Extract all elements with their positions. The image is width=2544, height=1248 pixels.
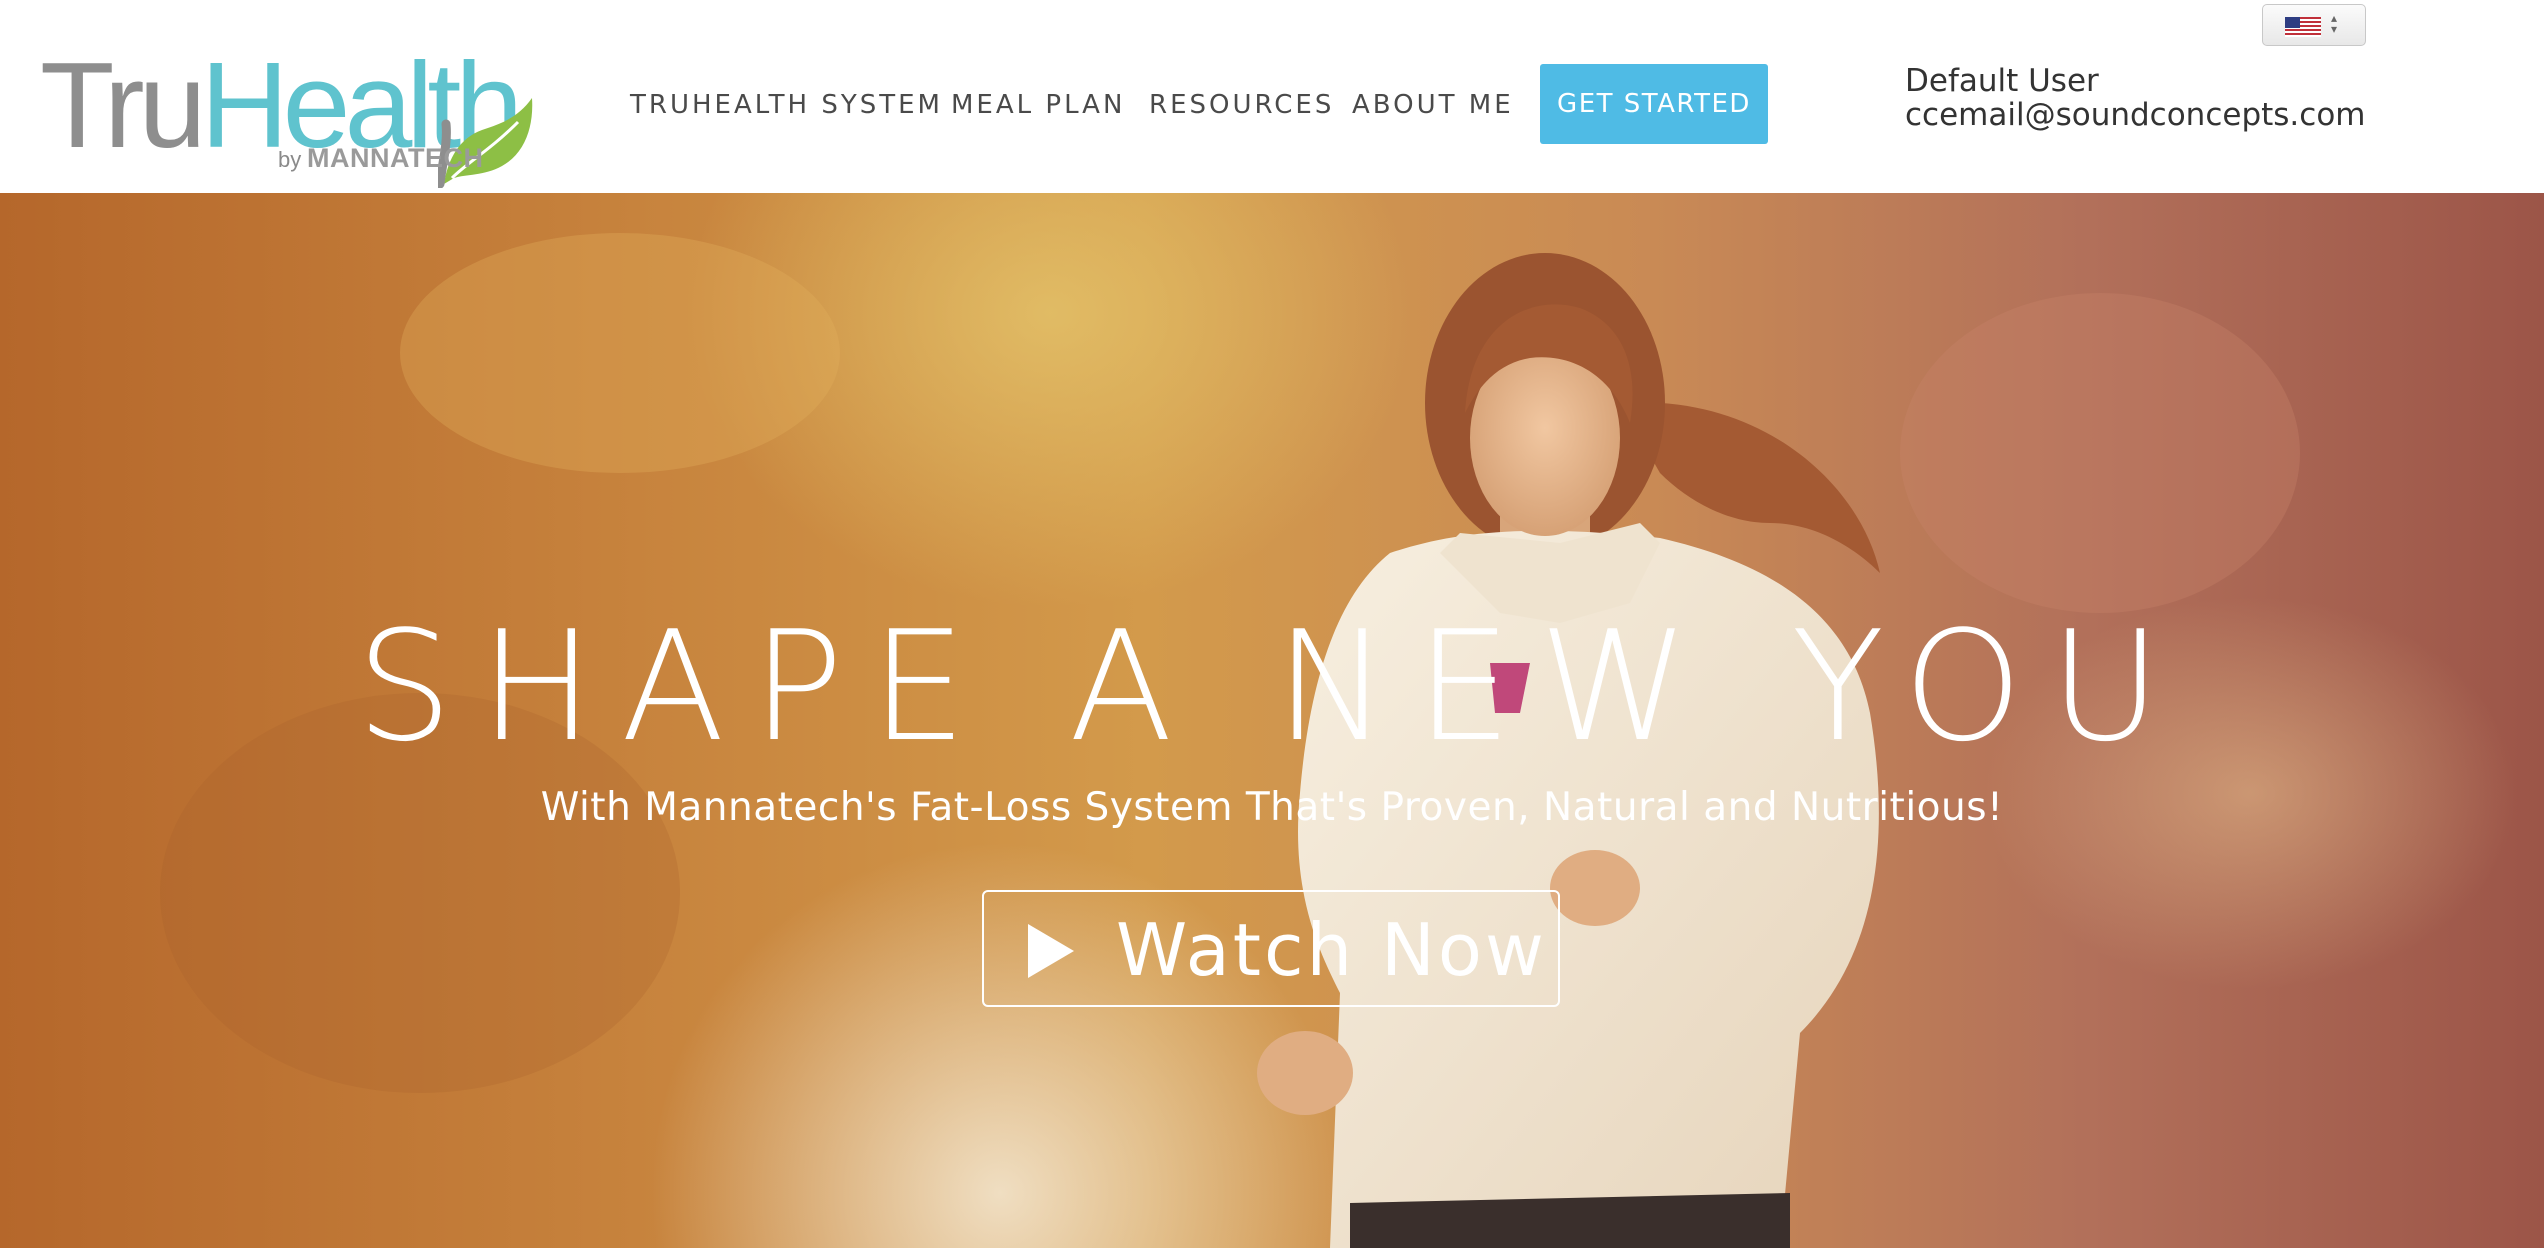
us-flag-icon [2285, 17, 2321, 37]
hero-subtitle: With Mannatech's Fat-Loss System That's … [540, 785, 2004, 830]
logo-mannatech-text: MANNATECH [307, 143, 484, 173]
hero-banner: SHAPE A NEW YOU With Mannatech's Fat-Los… [0, 193, 2544, 1248]
site-header: TruHealth by MANNATECH TRUHEALTH SYSTEM … [0, 0, 2544, 193]
watch-now-label: Watch Now [1116, 908, 1547, 992]
language-select[interactable]: ▴ ▾ [2262, 4, 2366, 46]
logo-tru-text: Tru [40, 37, 207, 173]
nav-item-truhealth-system[interactable]: TRUHEALTH SYSTEM [630, 90, 943, 120]
truhealth-logo[interactable]: TruHealth by MANNATECH [40, 44, 533, 188]
user-info[interactable]: Default User ccemail@soundconcepts.com [1905, 64, 2366, 132]
hero-title: SHAPE A NEW YOU [356, 598, 2188, 775]
watch-now-button[interactable]: Watch Now [982, 890, 1560, 1007]
play-icon [1028, 924, 1074, 978]
user-email: ccemail@soundconcepts.com [1905, 97, 2366, 133]
logo-by-text: by [278, 147, 302, 172]
nav-item-about-me[interactable]: ABOUT ME [1352, 90, 1514, 120]
select-arrows-icon: ▴ ▾ [2331, 11, 2338, 36]
nav-item-resources[interactable]: RESOURCES [1149, 90, 1334, 120]
nav-item-meal-plan[interactable]: MEAL PLAN [951, 90, 1125, 120]
get-started-button[interactable]: GET STARTED [1540, 64, 1768, 144]
user-name: Default User [1905, 63, 2099, 99]
